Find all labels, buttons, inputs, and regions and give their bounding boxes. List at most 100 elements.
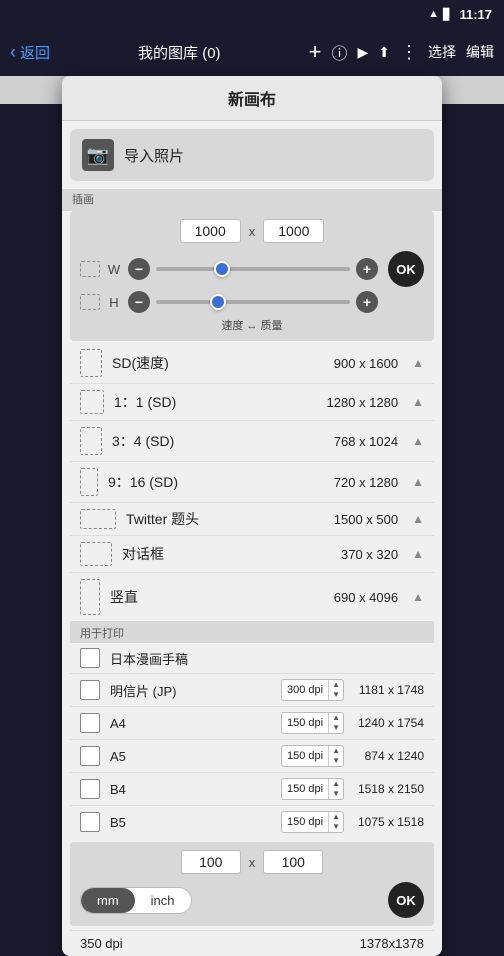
- preset-thumb-sd: [80, 349, 102, 377]
- print-row-postcard[interactable]: 明信片 (JP) 300 dpi ▲ ▼ 1181 x 1748: [70, 674, 434, 707]
- bottom-ok-button[interactable]: OK: [388, 882, 424, 918]
- b5-dpi-up[interactable]: ▲: [329, 812, 343, 822]
- mm-button[interactable]: mm: [81, 888, 135, 913]
- a4-dpi-control[interactable]: 150 dpi ▲ ▼: [281, 712, 344, 734]
- a5-size: 874 x 1240: [354, 749, 424, 763]
- status-icons: ▲ ▊ 11:17: [428, 7, 492, 22]
- manga-name: 日本漫画手稿: [110, 649, 424, 668]
- preset-dialog[interactable]: 对话框 370 x 320 ▲: [70, 536, 434, 573]
- b4-dpi-control[interactable]: 150 dpi ▲ ▼: [281, 778, 344, 800]
- print-row-manga[interactable]: 日本漫画手稿: [70, 643, 434, 674]
- speed-quality-label: 速度 ↔ 质量: [80, 317, 424, 333]
- size-display: 1000 x 1000: [80, 219, 424, 243]
- play-icon[interactable]: ▶: [357, 44, 368, 61]
- a4-dpi-down[interactable]: ▼: [329, 723, 343, 733]
- back-label[interactable]: 返回: [20, 42, 50, 63]
- width-value[interactable]: 1000: [180, 219, 241, 243]
- b4-dpi-up[interactable]: ▲: [329, 779, 343, 789]
- a5-dpi-arrows[interactable]: ▲ ▼: [328, 746, 343, 766]
- print-list: 日本漫画手稿 明信片 (JP) 300 dpi ▲ ▼ 1181 x 1748 …: [70, 643, 434, 838]
- height-value[interactable]: 1000: [263, 219, 324, 243]
- time-display: 11:17: [459, 7, 492, 22]
- preset-arrow-sd: ▲: [412, 356, 424, 370]
- preset-1-1-sd[interactable]: 1：1 (SD) 1280 x 1280 ▲: [70, 384, 434, 421]
- b4-dpi-down[interactable]: ▼: [329, 789, 343, 799]
- preset-vertical[interactable]: 竖直 690 x 4096 ▲: [70, 573, 434, 621]
- preset-size-twitter: 1500 x 500: [334, 512, 398, 527]
- preset-arrow-3-4: ▲: [412, 434, 424, 448]
- height-thumb-icon: [80, 294, 100, 310]
- height-slider[interactable]: [156, 300, 350, 304]
- manga-checkbox[interactable]: [80, 648, 100, 668]
- preset-arrow-dialog: ▲: [412, 547, 424, 561]
- width-plus-button[interactable]: +: [356, 258, 378, 280]
- print-row-a4[interactable]: A4 150 dpi ▲ ▼ 1240 x 1754: [70, 707, 434, 740]
- add-icon[interactable]: +: [309, 39, 322, 65]
- b5-checkbox[interactable]: [80, 812, 100, 832]
- inch-button[interactable]: inch: [135, 888, 191, 913]
- import-section[interactable]: 📷 导入照片: [70, 129, 434, 181]
- bottom-width-value[interactable]: 100: [181, 850, 241, 874]
- more-icon[interactable]: ⋮: [400, 42, 418, 63]
- a5-dpi-control[interactable]: 150 dpi ▲ ▼: [281, 745, 344, 767]
- select-label[interactable]: 选择: [428, 42, 456, 62]
- a5-dpi-down[interactable]: ▼: [329, 756, 343, 766]
- b5-dpi-control[interactable]: 150 dpi ▲ ▼: [281, 811, 344, 833]
- width-minus-button[interactable]: −: [128, 258, 150, 280]
- edit-label[interactable]: 编辑: [466, 42, 494, 62]
- print-row-b5[interactable]: B5 150 dpi ▲ ▼ 1075 x 1518: [70, 806, 434, 838]
- a4-dpi-up[interactable]: ▲: [329, 713, 343, 723]
- b5-dpi-down[interactable]: ▼: [329, 822, 343, 832]
- preset-3-4-sd[interactable]: 3：4 (SD) 768 x 1024 ▲: [70, 421, 434, 462]
- bottom-size-display: 100 x 100: [80, 850, 424, 874]
- new-canvas-modal: 新画布 📷 导入照片 插画 1000 x 1000 W − + OK: [62, 76, 442, 956]
- postcard-dpi-value: 300 dpi: [282, 683, 328, 697]
- a5-checkbox[interactable]: [80, 746, 100, 766]
- print-row-b4[interactable]: B4 150 dpi ▲ ▼ 1518 x 2150: [70, 773, 434, 806]
- preset-size-sd: 900 x 1600: [334, 356, 398, 371]
- a5-dpi-up[interactable]: ▲: [329, 746, 343, 756]
- b5-dpi-arrows[interactable]: ▲ ▼: [328, 812, 343, 832]
- import-label: 导入照片: [124, 145, 184, 166]
- preset-size-vertical: 690 x 4096: [334, 590, 398, 605]
- preset-list: SD(速度) 900 x 1600 ▲ 1：1 (SD) 1280 x 1280…: [70, 343, 434, 621]
- postcard-dpi-arrows[interactable]: ▲ ▼: [328, 680, 343, 700]
- a4-checkbox[interactable]: [80, 713, 100, 733]
- b4-name: B4: [110, 782, 271, 797]
- height-plus-button[interactable]: +: [356, 291, 378, 313]
- preset-thumb-twitter: [80, 509, 116, 529]
- preset-arrow-1-1: ▲: [412, 395, 424, 409]
- a4-name: A4: [110, 716, 271, 731]
- a4-dpi-arrows[interactable]: ▲ ▼: [328, 713, 343, 733]
- width-slider[interactable]: [156, 267, 350, 271]
- preset-sd-speed[interactable]: SD(速度) 900 x 1600 ▲: [70, 343, 434, 384]
- bottom-row: mm inch OK: [80, 882, 424, 918]
- preset-name-sd: SD(速度): [112, 353, 324, 373]
- postcard-dpi-down[interactable]: ▼: [329, 690, 343, 700]
- postcard-dpi-up[interactable]: ▲: [329, 680, 343, 690]
- share-icon[interactable]: ⬆: [378, 44, 390, 61]
- nav-actions: + ⓘ ▶ ⬆ ⋮ 选择 编辑: [309, 39, 494, 65]
- nav-back[interactable]: ‹ 返回: [10, 42, 50, 63]
- preset-thumb-tall: [80, 579, 100, 615]
- postcard-dpi-control[interactable]: 300 dpi ▲ ▼: [281, 679, 344, 701]
- info-icon[interactable]: ⓘ: [331, 40, 347, 64]
- b4-dpi-arrows[interactable]: ▲ ▼: [328, 779, 343, 799]
- unit-toggle[interactable]: mm inch: [80, 887, 192, 914]
- a5-name: A5: [110, 749, 271, 764]
- nav-bar: ‹ 返回 我的图库 (0) + ⓘ ▶ ⬆ ⋮ 选择 编辑: [0, 28, 504, 76]
- b4-size: 1518 x 2150: [354, 782, 424, 796]
- bottom-height-value[interactable]: 100: [263, 850, 323, 874]
- canvas-size-control: 1000 x 1000 W − + OK H − + 速度 ↔ 质量: [70, 211, 434, 341]
- postcard-checkbox[interactable]: [80, 680, 100, 700]
- preset-9-16-sd[interactable]: 9：16 (SD) 720 x 1280 ▲: [70, 462, 434, 503]
- preset-twitter[interactable]: Twitter 题头 1500 x 500 ▲: [70, 503, 434, 536]
- b4-checkbox[interactable]: [80, 779, 100, 799]
- ok-button[interactable]: OK: [388, 251, 424, 287]
- preset-arrow-vertical: ▲: [412, 590, 424, 604]
- print-row-a5[interactable]: A5 150 dpi ▲ ▼ 874 x 1240: [70, 740, 434, 773]
- height-slider-row: H − +: [80, 291, 424, 313]
- a4-dpi-value: 150 dpi: [282, 716, 328, 730]
- height-minus-button[interactable]: −: [128, 291, 150, 313]
- preset-name-dialog: 对话框: [122, 544, 331, 564]
